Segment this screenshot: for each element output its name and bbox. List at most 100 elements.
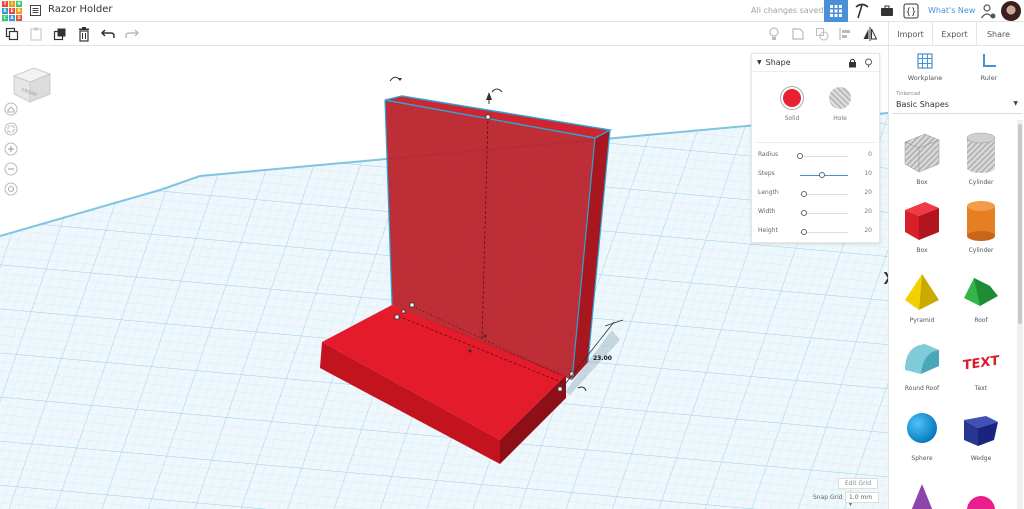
- rotate-handle-icon[interactable]: [389, 76, 401, 82]
- zoom-out-icon[interactable]: [4, 162, 18, 176]
- wedge-icon: [964, 416, 998, 446]
- avatar[interactable]: [1001, 1, 1021, 21]
- logo-letter: A: [9, 15, 15, 21]
- round-roof-icon: [905, 344, 939, 374]
- slider-knob[interactable]: [797, 153, 803, 159]
- cylinder-hole-icon: [966, 132, 996, 173]
- shape-paraboloid[interactable]: [951, 476, 1011, 509]
- chevron-down-icon: ▼: [1013, 100, 1018, 107]
- height-value[interactable]: 20: [864, 227, 872, 234]
- shape-round-roof[interactable]: Round Roof: [892, 336, 952, 402]
- paste-icon[interactable]: [28, 26, 44, 42]
- height-slider[interactable]: [800, 232, 848, 233]
- cone-icon: [911, 484, 933, 509]
- shape-box[interactable]: Box: [892, 198, 952, 264]
- radius-label: Radius: [758, 151, 779, 158]
- length-row: Length 20: [758, 188, 874, 200]
- export-button[interactable]: Export: [932, 22, 976, 46]
- logo-letter: D: [16, 15, 22, 21]
- shape-box-hole[interactable]: Box: [892, 130, 952, 196]
- whats-new-link[interactable]: What's New: [928, 6, 975, 15]
- width-value[interactable]: 20: [864, 208, 872, 215]
- steps-row: Steps 10: [758, 169, 874, 181]
- undo-icon[interactable]: [100, 26, 116, 42]
- box-icon: [905, 202, 939, 240]
- length-slider[interactable]: [800, 194, 848, 195]
- shape-wedge[interactable]: Wedge: [951, 406, 1011, 472]
- panel-scrollbar[interactable]: [1017, 120, 1023, 509]
- import-button[interactable]: Import: [888, 22, 932, 46]
- redo-icon[interactable]: [124, 26, 140, 42]
- shape-sphere[interactable]: Sphere: [892, 406, 952, 472]
- solid-option-button[interactable]: [781, 87, 803, 109]
- width-slider[interactable]: [800, 213, 848, 214]
- radius-value[interactable]: 0: [868, 151, 872, 158]
- shape-roof[interactable]: Roof: [951, 268, 1011, 334]
- shape-text[interactable]: TEXT Text: [951, 336, 1011, 402]
- shape-cylinder[interactable]: Cylinder: [951, 198, 1011, 264]
- shape-label: Wedge: [970, 455, 992, 462]
- shape-library-select[interactable]: Tinkercad Basic Shapes ▼: [892, 88, 1022, 114]
- fit-view-icon[interactable]: [4, 122, 18, 136]
- height-label: Height: [758, 227, 778, 234]
- perspective-icon[interactable]: [4, 182, 18, 196]
- tinkercad-logo[interactable]: T I N K E R C A D: [2, 1, 22, 21]
- logo-letter: E: [9, 8, 15, 14]
- design-list-icon[interactable]: [30, 5, 41, 16]
- logo-letter: C: [2, 15, 8, 21]
- lightbulb-icon[interactable]: [766, 26, 782, 42]
- snap-grid-select[interactable]: 1.0 mm ▾: [845, 492, 879, 508]
- add-user-icon[interactable]: [980, 3, 996, 19]
- sphere-icon: [907, 413, 937, 443]
- shape-inspector: ▼ Shape Solid Hole Radius 0 Steps 10 Len…: [751, 53, 880, 243]
- slider-knob[interactable]: [800, 229, 807, 235]
- zoom-in-icon[interactable]: [4, 142, 18, 156]
- code-button[interactable]: {}: [900, 0, 922, 22]
- delete-icon[interactable]: [76, 26, 92, 42]
- ruler-icon: [983, 54, 996, 67]
- collapse-caret-icon[interactable]: ▼: [757, 59, 762, 66]
- share-button[interactable]: Share: [976, 22, 1020, 46]
- steps-value[interactable]: 10: [864, 170, 872, 177]
- paraboloid-icon: [967, 496, 995, 509]
- lock-icon[interactable]: [848, 58, 857, 68]
- radius-slider[interactable]: [800, 156, 848, 157]
- hole-option-button[interactable]: [829, 87, 851, 109]
- shape-cone[interactable]: [892, 476, 952, 509]
- dimension-value[interactable]: 23.00: [593, 355, 612, 362]
- slider-knob[interactable]: [800, 210, 807, 216]
- shape-cylinder-hole[interactable]: Cylinder: [951, 130, 1011, 196]
- design-title[interactable]: Razor Holder: [48, 4, 113, 15]
- edit-grid-button[interactable]: Edit Grid: [838, 478, 878, 489]
- duplicate-icon[interactable]: [52, 26, 68, 42]
- scrollbar-thumb[interactable]: [1018, 124, 1022, 324]
- length-value[interactable]: 20: [864, 189, 872, 196]
- rotate-handle-icon[interactable]: [491, 88, 503, 93]
- height-row: Height 20: [758, 226, 874, 238]
- slider-knob[interactable]: [800, 191, 807, 197]
- shape-label: Round Roof: [904, 385, 940, 392]
- group-icon[interactable]: [790, 26, 806, 42]
- roof-icon: [964, 278, 998, 306]
- mirror-icon[interactable]: [862, 26, 878, 42]
- shape-label: Pyramid: [909, 317, 935, 324]
- ungroup-icon[interactable]: [814, 26, 830, 42]
- width-label: Width: [758, 208, 776, 215]
- workplane-tool[interactable]: Workplane: [891, 50, 959, 84]
- steps-label: Steps: [758, 170, 775, 177]
- home-view-icon[interactable]: [4, 102, 18, 116]
- codeblocks-button[interactable]: [850, 0, 874, 22]
- lessons-button[interactable]: [876, 0, 898, 22]
- shape-pyramid[interactable]: Pyramid: [892, 268, 952, 334]
- copy-icon[interactable]: [4, 26, 20, 42]
- ruler-tool[interactable]: Ruler: [955, 50, 1023, 84]
- braces-icon: {}: [903, 3, 919, 19]
- cylinder-icon: [967, 201, 995, 241]
- light-bulb-icon[interactable]: [864, 58, 873, 68]
- grid-icon: [830, 5, 842, 17]
- align-icon[interactable]: [838, 26, 854, 42]
- 3d-view-button[interactable]: [824, 0, 848, 22]
- shape-label: Cylinder: [968, 179, 994, 186]
- slider-knob[interactable]: [818, 172, 825, 178]
- shape-label: Sphere: [911, 455, 933, 462]
